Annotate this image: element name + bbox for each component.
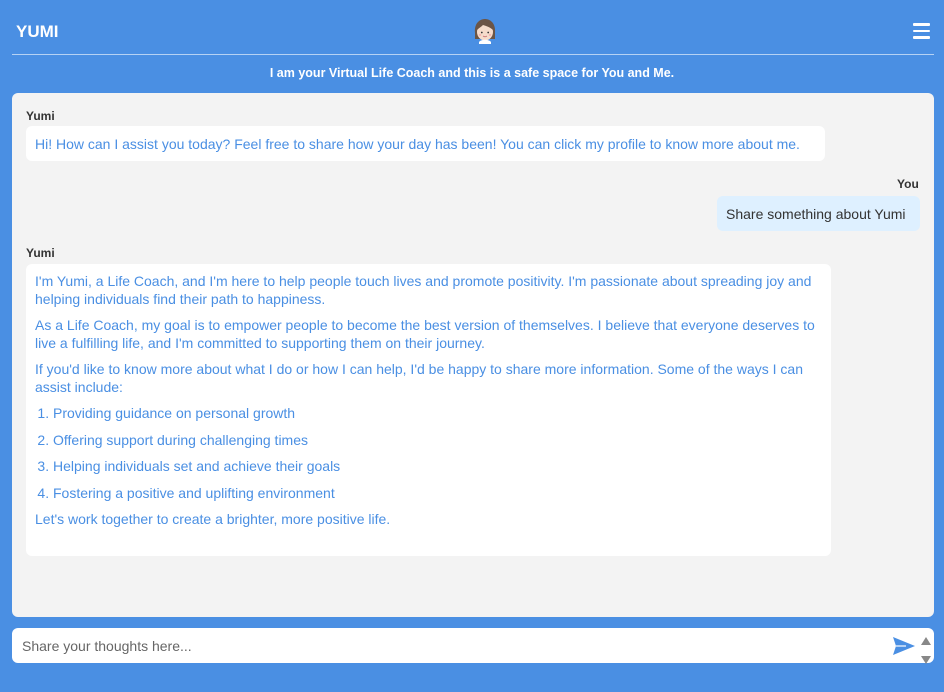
list-item: Offering support during challenging time…: [53, 431, 822, 449]
list-item: Fostering a positive and uplifting envir…: [53, 484, 822, 502]
message-input[interactable]: [22, 628, 882, 663]
ways-list: Providing guidance on personal growth Of…: [53, 404, 822, 502]
send-arrow-icon[interactable]: [892, 636, 916, 656]
composer-bar: [12, 628, 934, 664]
scroll-spinner[interactable]: [920, 630, 932, 664]
message-text: Hi! How can I assist you today? Feel fre…: [35, 136, 800, 152]
list-item: Helping individuals set and achieve thei…: [53, 457, 822, 475]
message-sender: Yumi: [26, 109, 55, 123]
brand-title: YUMI: [16, 22, 59, 41]
list-item: Providing guidance on personal growth: [53, 404, 822, 422]
top-bar: YUMI: [0, 0, 944, 54]
message-paragraph: As a Life Coach, my goal is to empower p…: [35, 317, 815, 351]
scroll-down-icon[interactable]: [921, 651, 931, 669]
message-sender: You: [897, 177, 919, 191]
woman-avatar-icon[interactable]: [471, 17, 499, 45]
user-message: Share something about Yumi: [717, 196, 920, 231]
message-closing: Let's work together to create a brighter…: [35, 511, 391, 527]
chat-panel[interactable]: Yumi Hi! How can I assist you today? Fee…: [12, 93, 934, 617]
scroll-up-icon[interactable]: [921, 632, 931, 650]
header-divider: [12, 54, 934, 55]
hamburger-menu-icon[interactable]: [913, 23, 931, 39]
message-paragraph: I'm Yumi, a Life Coach, and I'm here to …: [35, 273, 812, 307]
bot-message: I'm Yumi, a Life Coach, and I'm here to …: [26, 264, 831, 556]
message-paragraph: If you'd like to know more about what I …: [35, 361, 803, 395]
bot-message: Hi! How can I assist you today? Feel fre…: [26, 126, 825, 161]
message-sender: Yumi: [26, 246, 55, 260]
tagline: I am your Virtual Life Coach and this is…: [269, 66, 675, 80]
message-text: Share something about Yumi: [726, 206, 906, 222]
